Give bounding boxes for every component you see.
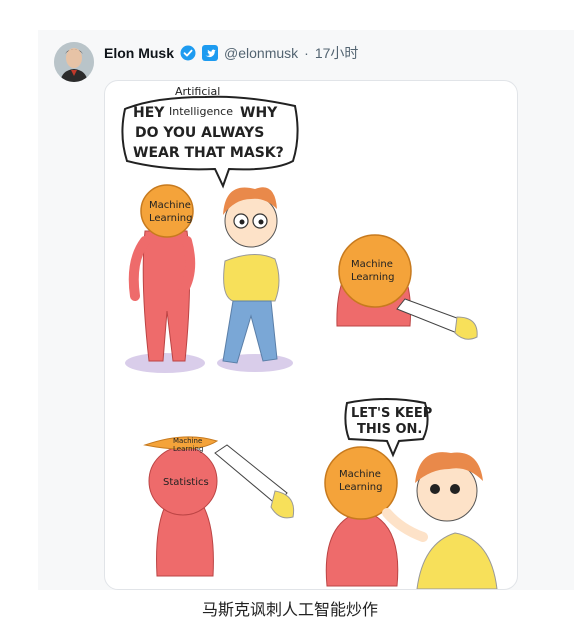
mask3-label-2: Learning bbox=[173, 445, 203, 453]
author-name[interactable]: Elon Musk bbox=[104, 45, 174, 61]
tweet-media-image[interactable]: Artificial HEY Intelligence WHY DO YOU A… bbox=[104, 80, 518, 590]
author-handle[interactable]: @elonmusk bbox=[224, 45, 298, 61]
mask1-label-1: Machine bbox=[149, 200, 191, 211]
mask1-label-2: Learning bbox=[149, 213, 192, 224]
mask4-label-2: Learning bbox=[339, 482, 382, 493]
mask2-label-2: Learning bbox=[351, 272, 394, 283]
tweet-card: Elon Musk @elonmusk · 17小时 Artificial HE… bbox=[38, 30, 574, 590]
bubble1-intelligence: Intelligence bbox=[169, 105, 233, 118]
author-avatar[interactable] bbox=[54, 42, 94, 82]
verified-badge-icon bbox=[180, 45, 196, 61]
bubble2-line1: LET'S KEEP bbox=[351, 406, 432, 421]
speech-bubble-1: Artificial HEY Intelligence WHY DO YOU A… bbox=[121, 85, 299, 189]
statistics-figure: Statistics Machine Learning bbox=[143, 436, 295, 577]
bubble1-why: WHY bbox=[240, 105, 278, 121]
mask3-label-1: Machine bbox=[173, 437, 202, 445]
masked-figure-2: Machine Learning bbox=[336, 234, 478, 340]
boy-figure-1 bbox=[217, 187, 293, 372]
mask2-label-1: Machine bbox=[351, 259, 393, 270]
bubble1-line3: WEAR THAT MASK? bbox=[133, 145, 284, 161]
image-caption: 马斯克讽刺人工智能炒作 bbox=[201, 600, 378, 619]
mask4-label-1: Machine bbox=[339, 469, 381, 480]
boy-figure-4 bbox=[382, 452, 498, 589]
masked-figure-1: Machine Learning bbox=[125, 184, 205, 373]
statistics-label: Statistics bbox=[163, 477, 209, 488]
tweet-header: Elon Musk @elonmusk · 17小时 bbox=[104, 42, 358, 64]
bubble2-line2: THIS ON. bbox=[357, 422, 422, 437]
twitter-bird-icon bbox=[202, 45, 219, 61]
bubble1-small-text: Artificial bbox=[175, 85, 220, 98]
tweet-timestamp[interactable]: 17小时 bbox=[315, 43, 359, 63]
header-separator: · bbox=[304, 45, 309, 61]
bubble1-hey: HEY bbox=[133, 105, 165, 121]
bubble1-line2: DO YOU ALWAYS bbox=[135, 125, 264, 141]
